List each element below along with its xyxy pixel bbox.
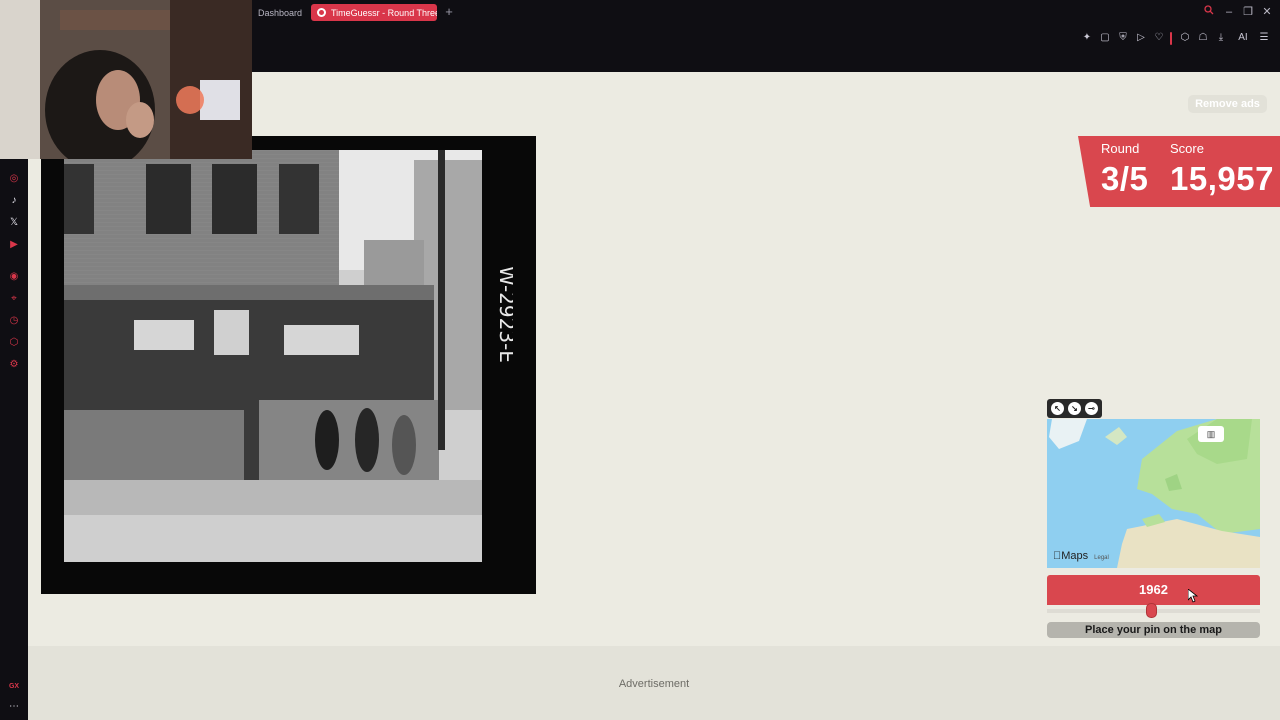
place-pin-button[interactable]: Place your pin on the map (1047, 622, 1260, 638)
advertisement-label: Advertisement (618, 678, 690, 690)
extensions-icon[interactable]: ⬡ (7, 336, 21, 350)
remove-ads-button[interactable]: Remove ads (1188, 95, 1267, 113)
timeguessr-page: Remove ads Round Score 3/5 15,957 W-2923… (28, 72, 1280, 720)
tab-dashboard[interactable]: Dashboard (252, 4, 308, 21)
advertisement-strip: Advertisement (28, 646, 1280, 720)
new-tab-button[interactable]: + (442, 4, 456, 20)
tiktok-icon[interactable]: ♪ (7, 194, 21, 208)
year-slider-thumb[interactable] (1145, 603, 1157, 618)
pin-icon[interactable]: ⌖ (7, 292, 21, 306)
search-tabs-icon[interactable] (1202, 4, 1216, 20)
browser-toolbar: ✦ ▢ ⛨ ▷ ♡ ⬡ ☖ ⤓ AI ☰ (252, 24, 1280, 72)
pin-icon[interactable]: ✦ (1080, 31, 1094, 45)
score-label: Score (1170, 141, 1204, 156)
score-panel: Round Score 3/5 15,957 (1078, 136, 1280, 207)
round-value: 3/5 (1101, 160, 1149, 197)
x-icon[interactable]: 𝕏 (7, 216, 21, 230)
negative-edge-marking: W-2923-E (495, 266, 513, 363)
heart-icon[interactable]: ♡ (1152, 31, 1166, 45)
round-photo[interactable] (64, 150, 482, 562)
shield-icon[interactable]: ⛨ (1116, 31, 1130, 45)
map-layers-icon[interactable]: ▥ (1198, 426, 1224, 442)
apple-logo-icon:  (1053, 550, 1061, 562)
guess-map[interactable] (1047, 419, 1260, 568)
street-scene-photo (64, 150, 482, 562)
clock-icon[interactable]: ◷ (7, 314, 21, 328)
ai-button[interactable]: AI (1232, 31, 1254, 45)
close-icon[interactable]: ✕ (1260, 4, 1274, 20)
svg-text:W-2923-E: W-2923-E (495, 266, 513, 363)
score-value: 15,957 (1170, 160, 1274, 197)
mouse-cursor-icon (1188, 589, 1198, 603)
map-shrink-icon[interactable]: ↘ (1068, 402, 1081, 415)
tab-label: Dashboard (258, 7, 303, 18)
map-pin-icon[interactable]: ⊸ (1085, 402, 1098, 415)
round-photo-frame[interactable]: W-2923-E (41, 136, 536, 594)
map-attribution: Maps Legal (1053, 550, 1109, 562)
download-icon[interactable]: ⤓ (1214, 31, 1228, 45)
year-display: 1962 (1047, 575, 1260, 605)
menu-icon[interactable]: ☰ (1257, 31, 1271, 45)
gx-corner-label[interactable]: GX (7, 680, 21, 694)
timeguessr-favicon-icon (317, 8, 326, 17)
minimize-icon[interactable]: – (1222, 4, 1236, 20)
map-expand-icon[interactable]: ↖ (1051, 402, 1064, 415)
settings-icon[interactable]: ⚙ (7, 358, 21, 372)
tab-timeguessr[interactable]: TimeGuessr - Round Three (311, 4, 437, 21)
map-legal-link[interactable]: Legal (1094, 555, 1109, 561)
webcam-overlay (0, 0, 252, 159)
tab-label: TimeGuessr - Round Three (331, 7, 437, 18)
round-label: Round (1101, 141, 1140, 156)
ai-label: AI (1238, 32, 1248, 43)
extensions-icon[interactable]: ⬡ (1178, 31, 1192, 45)
maps-label: Maps (1053, 550, 1088, 562)
player-icon[interactable]: ◉ (7, 270, 21, 284)
world-map (1047, 419, 1260, 568)
webcam-feed (0, 0, 252, 159)
play-icon[interactable]: ▷ (1134, 31, 1148, 45)
toolbar-divider (1170, 32, 1172, 45)
restore-icon[interactable]: ❐ (1241, 4, 1255, 20)
more-icon[interactable]: ⋯ (7, 700, 21, 714)
youtube-icon[interactable]: ▶ (7, 238, 21, 252)
instagram-icon[interactable]: ◎ (7, 172, 21, 186)
snapshot-icon[interactable]: ▢ (1098, 31, 1112, 45)
account-icon[interactable]: ☖ (1196, 31, 1210, 45)
map-controls: ↖ ↘ ⊸ (1047, 399, 1102, 418)
